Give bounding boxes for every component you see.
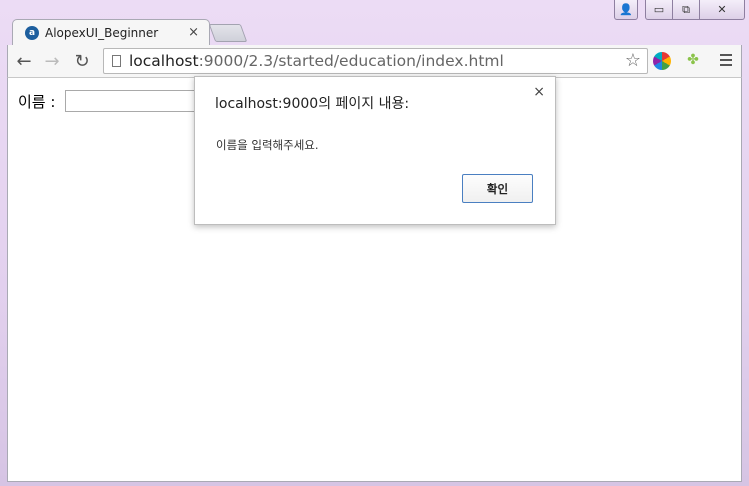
maximize-button[interactable]: ⧉: [672, 0, 700, 20]
chrome-menu-icon[interactable]: [717, 51, 735, 69]
arrow-left-icon: ←: [16, 50, 32, 72]
dialog-close-icon[interactable]: ×: [533, 84, 545, 100]
alert-dialog: localhost:9000의 페이지 내용: × 이름을 입력해주세요. 확인: [194, 76, 556, 225]
ok-button[interactable]: 확인: [462, 174, 533, 203]
browser-toolbar: ← → ↻ localhost:9000/2.3/started/educati…: [7, 45, 742, 77]
reload-icon: ↻: [74, 50, 90, 72]
page-icon: [112, 55, 121, 67]
url-host: localhost: [129, 52, 199, 70]
tab-alopexui-beginner[interactable]: a AlopexUI_Beginner ×: [12, 19, 210, 45]
minimize-icon: ▭: [653, 3, 665, 16]
dialog-message: 이름을 입력해주세요.: [216, 138, 319, 152]
bookmark-star-icon[interactable]: ☆: [625, 50, 641, 71]
browser-window: 👤 ▭ ⧉ ✕ a AlopexUI_Beginner × ← → ↻ loca…: [0, 0, 749, 486]
url-text[interactable]: localhost:9000/2.3/started/education/ind…: [129, 52, 504, 70]
address-bar[interactable]: localhost:9000/2.3/started/education/ind…: [103, 48, 648, 74]
tab-close-icon[interactable]: ×: [188, 25, 199, 40]
back-button[interactable]: ←: [13, 50, 35, 72]
arrow-right-icon: →: [44, 50, 60, 72]
dialog-title: localhost:9000의 페이지 내용:: [215, 96, 410, 112]
forward-button[interactable]: →: [41, 50, 63, 72]
android-icon[interactable]: ✤: [685, 52, 701, 70]
maximize-icon: ⧉: [682, 2, 690, 16]
color-wheel-icon[interactable]: [653, 52, 671, 70]
minimize-button[interactable]: ▭: [645, 0, 673, 20]
reload-button[interactable]: ↻: [71, 50, 93, 72]
tab-title: AlopexUI_Beginner: [45, 25, 159, 40]
user-profile-button[interactable]: 👤: [614, 0, 638, 20]
new-tab-button[interactable]: [208, 24, 248, 42]
url-path: :9000/2.3/started/education/index.html: [198, 52, 504, 70]
name-input[interactable]: [65, 90, 205, 112]
alopex-favicon-icon: a: [25, 25, 39, 40]
name-label: 이름 :: [18, 93, 56, 111]
close-window-button[interactable]: ✕: [699, 0, 745, 20]
close-icon: ✕: [717, 3, 727, 16]
user-icon: 👤: [619, 3, 633, 16]
